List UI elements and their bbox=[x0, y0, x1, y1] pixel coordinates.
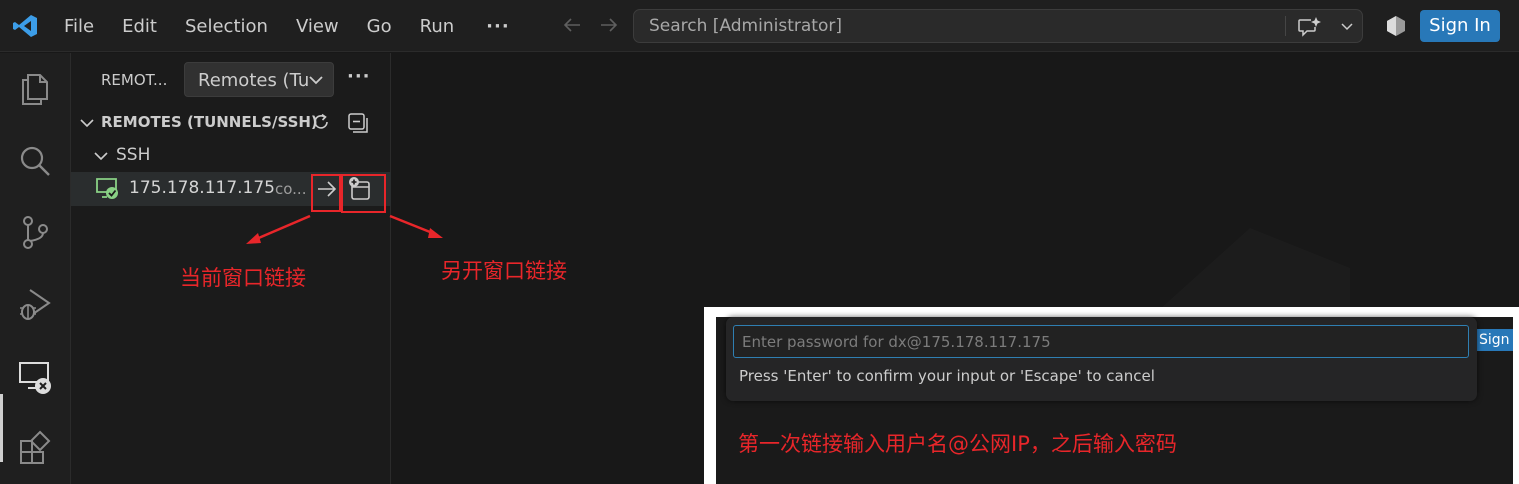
sidebar-more-button[interactable]: ··· bbox=[347, 66, 371, 87]
sidebar-title: REMOT... bbox=[101, 71, 168, 89]
annotation-first-login-note: 第一次链接输入用户名@公网IP，之后输入密码 bbox=[738, 432, 1177, 456]
remote-connected-icon bbox=[96, 178, 118, 199]
annotation-arrow-left bbox=[246, 214, 311, 244]
chevron-down-icon[interactable] bbox=[1339, 18, 1355, 34]
menu-bar: File Edit Selection View Go Run ··· bbox=[50, 0, 524, 52]
password-input[interactable] bbox=[734, 326, 1468, 357]
annotation-box-current-window bbox=[311, 174, 341, 212]
vscode-logo-icon bbox=[13, 15, 37, 37]
host-ip: 175.178.117.175 bbox=[129, 178, 276, 198]
title-bar: File Edit Selection View Go Run ··· Sear… bbox=[0, 0, 1519, 52]
explorer-icon[interactable] bbox=[16, 69, 54, 107]
collapse-all-icon[interactable] bbox=[347, 112, 369, 134]
pasted-screenshot-content: Sign Press 'Enter' to confirm your input… bbox=[716, 317, 1513, 484]
ssh-group[interactable]: SSH bbox=[71, 141, 391, 169]
annotation-arrow-right bbox=[389, 214, 443, 238]
password-quick-input: Press 'Enter' to confirm your input or '… bbox=[726, 317, 1477, 401]
chat-sparkle-icon[interactable] bbox=[1296, 15, 1322, 39]
remote-explorer-icon[interactable] bbox=[16, 357, 54, 395]
quick-input-hint: Press 'Enter' to confirm your input or '… bbox=[739, 367, 1155, 385]
run-debug-icon[interactable] bbox=[16, 285, 54, 323]
section-label: REMOTES (TUNNELS/SSH) bbox=[101, 113, 318, 131]
refresh-icon[interactable] bbox=[311, 112, 331, 132]
activity-bar bbox=[0, 53, 71, 484]
active-indicator bbox=[0, 394, 3, 462]
source-control-icon[interactable] bbox=[16, 213, 54, 251]
chevron-down-icon bbox=[309, 76, 323, 85]
chevron-down-icon bbox=[80, 119, 94, 128]
search-divider bbox=[1285, 16, 1286, 36]
forward-arrow-icon[interactable] bbox=[598, 14, 620, 36]
chevron-down-icon bbox=[94, 152, 108, 161]
ssh-group-label: SSH bbox=[116, 145, 151, 165]
menu-file[interactable]: File bbox=[50, 16, 108, 37]
host-status: co... bbox=[275, 180, 307, 198]
sign-in-button[interactable]: Sign In bbox=[1420, 10, 1500, 42]
menu-edit[interactable]: Edit bbox=[108, 16, 171, 37]
pasted-screenshot: Sign Press 'Enter' to confirm your input… bbox=[704, 307, 1519, 484]
menu-selection[interactable]: Selection bbox=[171, 16, 282, 37]
remotes-section-header[interactable]: REMOTES (TUNNELS/SSH) bbox=[71, 107, 391, 137]
menu-run[interactable]: Run bbox=[406, 16, 469, 37]
search-icon[interactable] bbox=[16, 142, 54, 180]
menu-view[interactable]: View bbox=[282, 16, 353, 37]
menu-more-button[interactable]: ··· bbox=[468, 16, 524, 37]
vscode-watermark bbox=[1150, 228, 1350, 318]
annotation-new-window-text: 另开窗口链接 bbox=[441, 259, 567, 283]
extensions-icon[interactable] bbox=[16, 428, 54, 466]
annotation-current-window-text: 当前窗口链接 bbox=[180, 266, 306, 290]
sign-in-button-fragment[interactable]: Sign bbox=[1475, 329, 1513, 351]
password-field[interactable] bbox=[733, 325, 1469, 358]
accounts-cube-icon[interactable] bbox=[1384, 14, 1408, 38]
back-arrow-icon[interactable] bbox=[561, 14, 583, 36]
menu-go[interactable]: Go bbox=[353, 16, 406, 37]
search-text: Search [Administrator] bbox=[649, 16, 842, 36]
remotes-select[interactable]: Remotes (Tunnels/SSH) bbox=[184, 62, 334, 97]
remotes-select-value: Remotes (Tunnels/SSH) bbox=[198, 70, 308, 91]
command-center-search[interactable]: Search [Administrator] bbox=[633, 9, 1363, 43]
annotation-box-new-window bbox=[341, 174, 386, 213]
